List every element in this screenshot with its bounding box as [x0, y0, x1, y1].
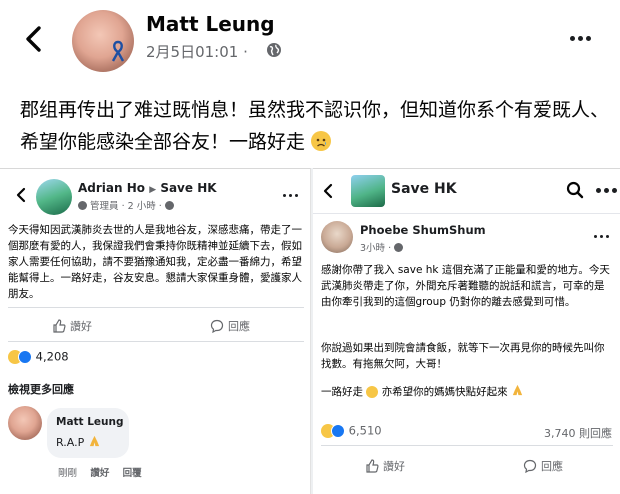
- more-icon[interactable]: [594, 235, 609, 238]
- post-paragraph: 一路好走 亦希望你的媽媽快點好起來: [321, 384, 613, 400]
- post-paragraph-end: 亦希望你的媽媽快點好起來: [381, 386, 508, 398]
- search-icon[interactable]: [566, 181, 584, 199]
- group-avatar[interactable]: [36, 179, 72, 215]
- dot-separator: ·: [121, 201, 125, 212]
- post-meta: 3小時 ·: [360, 240, 404, 254]
- post-time-value: 2月5日01:01: [146, 43, 239, 61]
- poster-name[interactable]: Matt Leung: [146, 12, 275, 36]
- comment-like-link[interactable]: 讚好: [90, 468, 109, 479]
- globe-icon: [164, 201, 174, 210]
- sad-emoji-icon: [366, 386, 379, 398]
- admin-icon: [78, 201, 87, 210]
- time-label: 2 小時: [127, 201, 156, 212]
- comment-bubble: Matt Leung R.A.P: [47, 408, 129, 458]
- comment-text-value: R.A.P: [56, 436, 85, 449]
- more-icon[interactable]: [283, 194, 298, 197]
- reaction-count: 4,208: [35, 349, 69, 364]
- back-chevron-icon[interactable]: [321, 183, 335, 199]
- page-avatar[interactable]: [351, 175, 385, 207]
- avatar[interactable]: [321, 221, 353, 253]
- time-label: 3小時: [360, 243, 386, 254]
- ribbon-icon: [111, 40, 125, 62]
- view-more-comments[interactable]: 檢視更多回應: [8, 381, 74, 397]
- left-shared-post: Adrian Ho ▶ Save HK 管理員 · 2 小時 · 今天得知因武漢…: [0, 168, 311, 494]
- page-name[interactable]: Save HK: [391, 181, 457, 197]
- globe-icon: [267, 43, 281, 57]
- dot-separator: ·: [158, 201, 162, 212]
- post-author[interactable]: Phoebe ShumShum: [360, 223, 486, 237]
- like-label: 讚好: [70, 320, 92, 333]
- comment-actions: 剛剛 讚好 回覆: [58, 465, 142, 479]
- back-chevron-icon[interactable]: [20, 24, 48, 54]
- divider: [8, 341, 304, 342]
- divider: [313, 213, 620, 214]
- reaction-summary[interactable]: 4,208: [8, 349, 69, 364]
- divider: [321, 445, 613, 446]
- comment-button[interactable]: 回應: [210, 318, 250, 334]
- reaction-count: 6,510: [348, 423, 382, 438]
- comment-reply-link[interactable]: 回覆: [123, 468, 142, 479]
- group-post-meta: 管理員 · 2 小時 ·: [78, 198, 174, 212]
- post-text: 郡组再传出了难过既悄息！虽然我不認识你，但知道你系个有爱既人、希望你能感染全部谷…: [20, 94, 610, 158]
- pray-icon: [89, 435, 99, 447]
- post-paragraph: 感謝你帶了我入 save hk 這個充滿了正能量和愛的地方。今天武漢肺炎帶走了你…: [321, 264, 610, 308]
- like-reaction-icon: [331, 423, 345, 438]
- like-button[interactable]: 讚好: [365, 458, 405, 474]
- role-label: 管理員: [90, 201, 119, 212]
- globe-icon: [394, 243, 404, 252]
- post-paragraph: 你說過如果出到院會請食飯，就等下一次再見你的時候先叫你找數。有拖無欠阿，大哥！: [321, 342, 605, 370]
- right-shared-post: Save HK Phoebe ShumShum 3小時 · 感謝你帶了我入 sa…: [313, 168, 620, 494]
- like-icon: [53, 319, 66, 333]
- reaction-summary[interactable]: 6,510: [321, 423, 382, 438]
- avatar[interactable]: [8, 406, 42, 440]
- post-paragraph-start: 一路好走: [321, 386, 363, 398]
- comment-label: 回應: [228, 320, 250, 333]
- back-chevron-icon[interactable]: [14, 187, 28, 203]
- dot-separator: ·: [388, 243, 392, 254]
- like-button[interactable]: 讚好: [52, 318, 92, 334]
- group-post-body: 今天得知因武漢肺炎去世的人是我地谷友，深感悲痛，帶走了一個那麼有愛的人，我保證我…: [8, 224, 302, 300]
- like-label: 讚好: [383, 460, 405, 473]
- comment-label: 回應: [541, 460, 563, 473]
- group-name[interactable]: Save HK: [160, 181, 216, 195]
- more-icon[interactable]: [570, 36, 591, 41]
- like-reaction-icon: [18, 349, 32, 364]
- divider: [8, 307, 304, 308]
- comment-author[interactable]: Matt Leung: [56, 416, 124, 428]
- pray-icon: [512, 384, 523, 396]
- comment-text: R.A.P: [56, 435, 101, 449]
- group-post-header: Adrian Ho ▶ Save HK: [78, 181, 217, 195]
- comment-button[interactable]: 回應: [523, 458, 563, 474]
- group-author[interactable]: Adrian Ho: [78, 181, 145, 195]
- comment-count[interactable]: 3,740 則回應: [544, 425, 612, 441]
- comment-icon: [210, 319, 224, 333]
- comment-time: 剛剛: [58, 468, 78, 479]
- post-time: 2月5日01:01 ·: [146, 41, 248, 62]
- like-icon: [366, 459, 379, 473]
- comment-icon: [523, 459, 537, 473]
- avatar[interactable]: [72, 10, 134, 72]
- sad-emoji-icon: [311, 131, 332, 151]
- more-icon[interactable]: [596, 188, 617, 193]
- arrow-icon: ▶: [149, 185, 157, 195]
- time-separator: ·: [243, 43, 248, 61]
